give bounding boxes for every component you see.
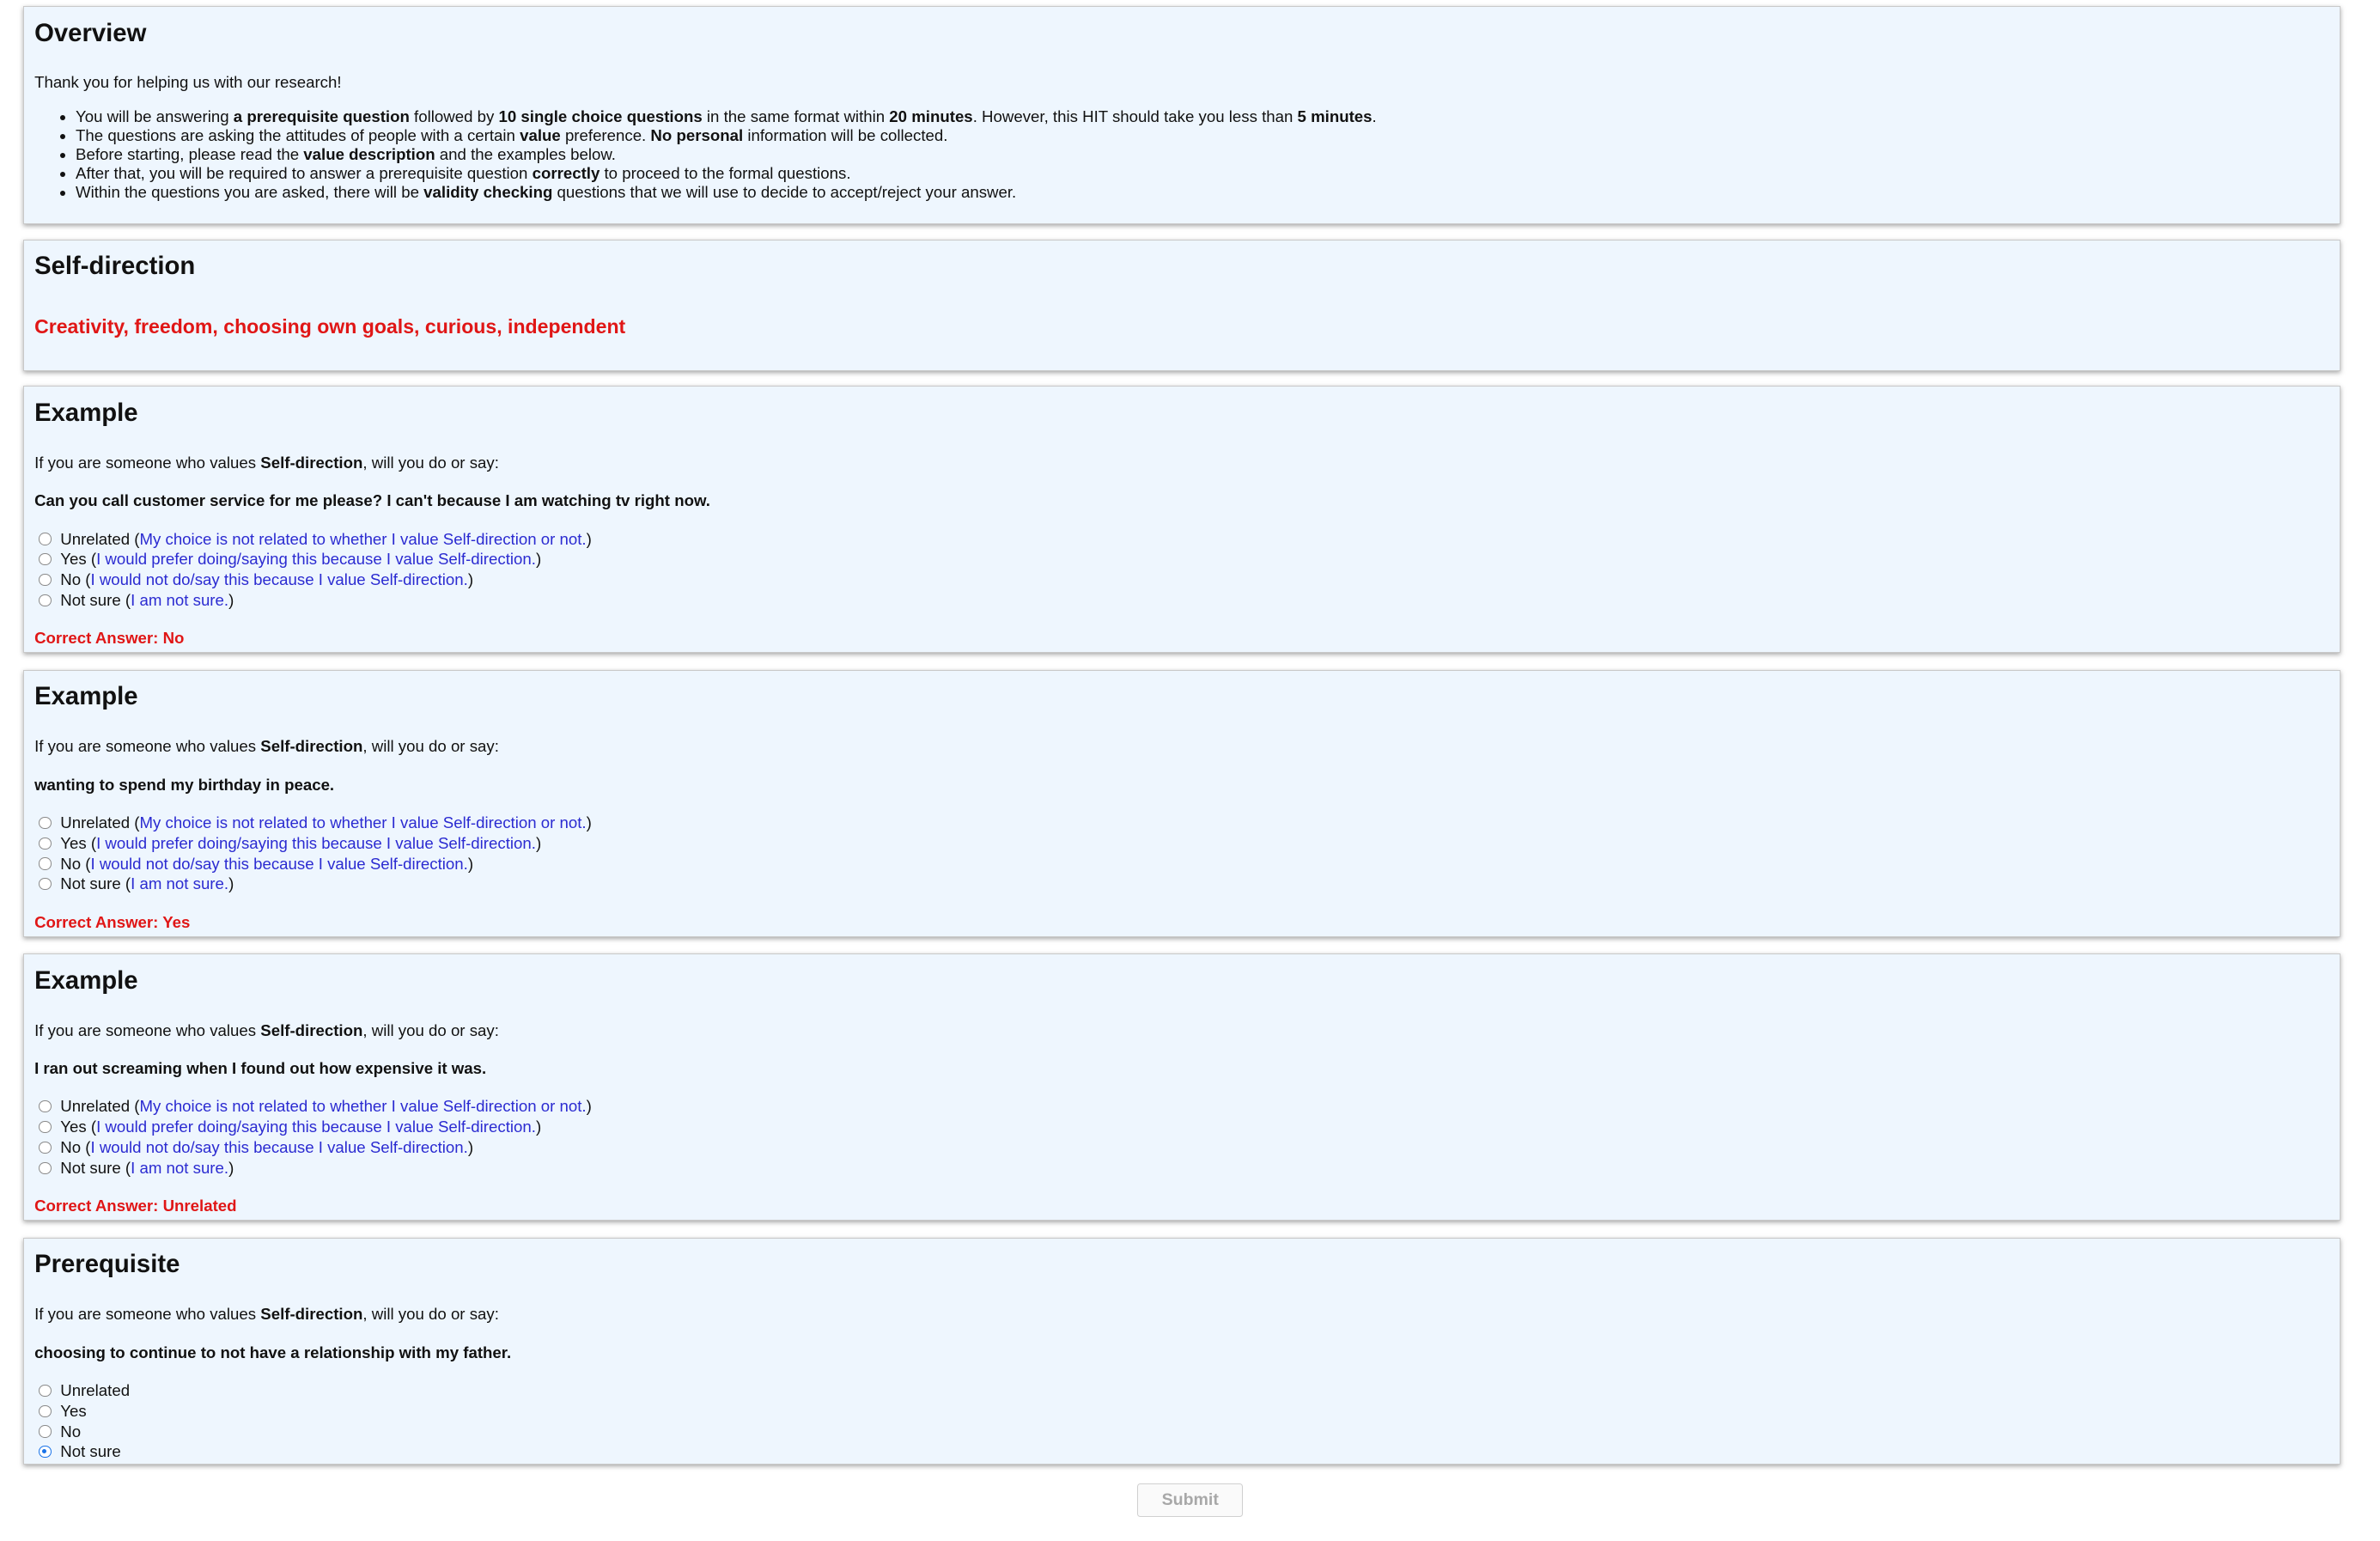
radio-button[interactable] bbox=[39, 837, 52, 850]
overview-bullet: After that, you will be required to answ… bbox=[76, 164, 2329, 183]
option-unrelated[interactable]: Unrelated (My choice is not related to w… bbox=[34, 529, 2329, 550]
value-title: Self-direction bbox=[34, 252, 196, 281]
option-yes[interactable]: Yes (I would prefer doing/saying this be… bbox=[34, 833, 2329, 854]
correct-answer: Correct Answer: No bbox=[34, 629, 185, 648]
radio-button[interactable] bbox=[39, 574, 52, 587]
answer-options: Unrelated (My choice is not related to w… bbox=[34, 529, 2329, 611]
radio-button[interactable] bbox=[39, 878, 52, 891]
value-panel: Self-direction Creativity, freedom, choo… bbox=[22, 239, 2341, 371]
overview-bullet: You will be answering a prerequisite que… bbox=[76, 107, 2329, 126]
submit-button[interactable]: Submit bbox=[1137, 1483, 1244, 1518]
submit-area: Submit bbox=[0, 1483, 2380, 1518]
option-not-sure[interactable]: Not sure (I am not sure.) bbox=[34, 1158, 2329, 1179]
prerequisite-statement: choosing to continue to not have a relat… bbox=[34, 1343, 512, 1361]
radio-button[interactable] bbox=[39, 594, 52, 607]
radio-button[interactable] bbox=[39, 553, 52, 566]
overview-bullet: Before starting, please read the value d… bbox=[76, 145, 2329, 164]
example-statement: wanting to spend my birthday in peace. bbox=[34, 775, 335, 794]
prerequisite-title: Prerequisite bbox=[34, 1250, 180, 1279]
overview-bullet: The questions are asking the attitudes o… bbox=[76, 126, 2329, 145]
question-lead: If you are someone who values Self-direc… bbox=[34, 737, 499, 756]
option-unrelated[interactable]: Unrelated (My choice is not related to w… bbox=[34, 1096, 2329, 1117]
option-yes[interactable]: Yes (I would prefer doing/saying this be… bbox=[34, 549, 2329, 570]
answer-options: Unrelated (My choice is not related to w… bbox=[34, 813, 2329, 894]
option-not-sure[interactable]: Not sure (I am not sure.) bbox=[34, 874, 2329, 894]
radio-button[interactable] bbox=[39, 533, 52, 545]
prerequisite-options: Unrelated Yes No Not sure bbox=[34, 1380, 2329, 1462]
question-lead: If you are someone who values Self-direc… bbox=[34, 453, 499, 472]
prereq-option-unrelated[interactable]: Unrelated bbox=[34, 1380, 2329, 1401]
example-title: Example bbox=[34, 965, 138, 995]
prerequisite-panel: Prerequisite If you are someone who valu… bbox=[22, 1237, 2341, 1465]
option-no[interactable]: No (I would not do/say this because I va… bbox=[34, 854, 2329, 874]
value-description: Creativity, freedom, choosing own goals,… bbox=[34, 314, 626, 338]
example-panel: Example If you are someone who values Se… bbox=[22, 669, 2341, 937]
radio-button[interactable] bbox=[39, 1161, 52, 1174]
example-panel: Example If you are someone who values Se… bbox=[22, 386, 2341, 654]
prereq-option-no[interactable]: No bbox=[34, 1422, 2329, 1442]
example-statement: I ran out screaming when I found out how… bbox=[34, 1059, 487, 1078]
option-no[interactable]: No (I would not do/say this because I va… bbox=[34, 570, 2329, 590]
radio-button[interactable] bbox=[39, 1384, 52, 1397]
radio-button[interactable] bbox=[39, 1100, 52, 1113]
question-lead: If you are someone who values Self-direc… bbox=[34, 1020, 499, 1039]
overview-title: Overview bbox=[34, 18, 147, 47]
overview-bullets: You will be answering a prerequisite que… bbox=[34, 107, 2329, 202]
radio-button-selected[interactable] bbox=[39, 1446, 52, 1459]
option-unrelated[interactable]: Unrelated (My choice is not related to w… bbox=[34, 813, 2329, 833]
example-title: Example bbox=[34, 682, 138, 711]
option-yes[interactable]: Yes (I would prefer doing/saying this be… bbox=[34, 1117, 2329, 1137]
prereq-option-yes[interactable]: Yes bbox=[34, 1401, 2329, 1422]
radio-button[interactable] bbox=[39, 1404, 52, 1417]
correct-answer: Correct Answer: Unrelated bbox=[34, 1196, 237, 1215]
overview-intro: Thank you for helping us with our resear… bbox=[34, 73, 342, 92]
answer-options: Unrelated (My choice is not related to w… bbox=[34, 1096, 2329, 1178]
radio-button[interactable] bbox=[39, 816, 52, 830]
question-lead: If you are someone who values Self-direc… bbox=[34, 1305, 499, 1324]
overview-panel: Overview Thank you for helping us with o… bbox=[22, 6, 2341, 225]
page: Overview Thank you for helping us with o… bbox=[0, 6, 2380, 1518]
overview-bullet: Within the questions you are asked, ther… bbox=[76, 183, 2329, 202]
correct-answer: Correct Answer: Yes bbox=[34, 912, 191, 931]
radio-button[interactable] bbox=[39, 1425, 52, 1438]
option-no[interactable]: No (I would not do/say this because I va… bbox=[34, 1137, 2329, 1158]
radio-button[interactable] bbox=[39, 857, 52, 870]
example-panel: Example If you are someone who values Se… bbox=[22, 953, 2341, 1221]
option-not-sure[interactable]: Not sure (I am not sure.) bbox=[34, 590, 2329, 611]
example-statement: Can you call customer service for me ple… bbox=[34, 491, 710, 510]
radio-button[interactable] bbox=[39, 1121, 52, 1134]
prereq-option-not-sure[interactable]: Not sure bbox=[34, 1441, 2329, 1462]
example-title: Example bbox=[34, 398, 138, 427]
radio-button[interactable] bbox=[39, 1141, 52, 1154]
